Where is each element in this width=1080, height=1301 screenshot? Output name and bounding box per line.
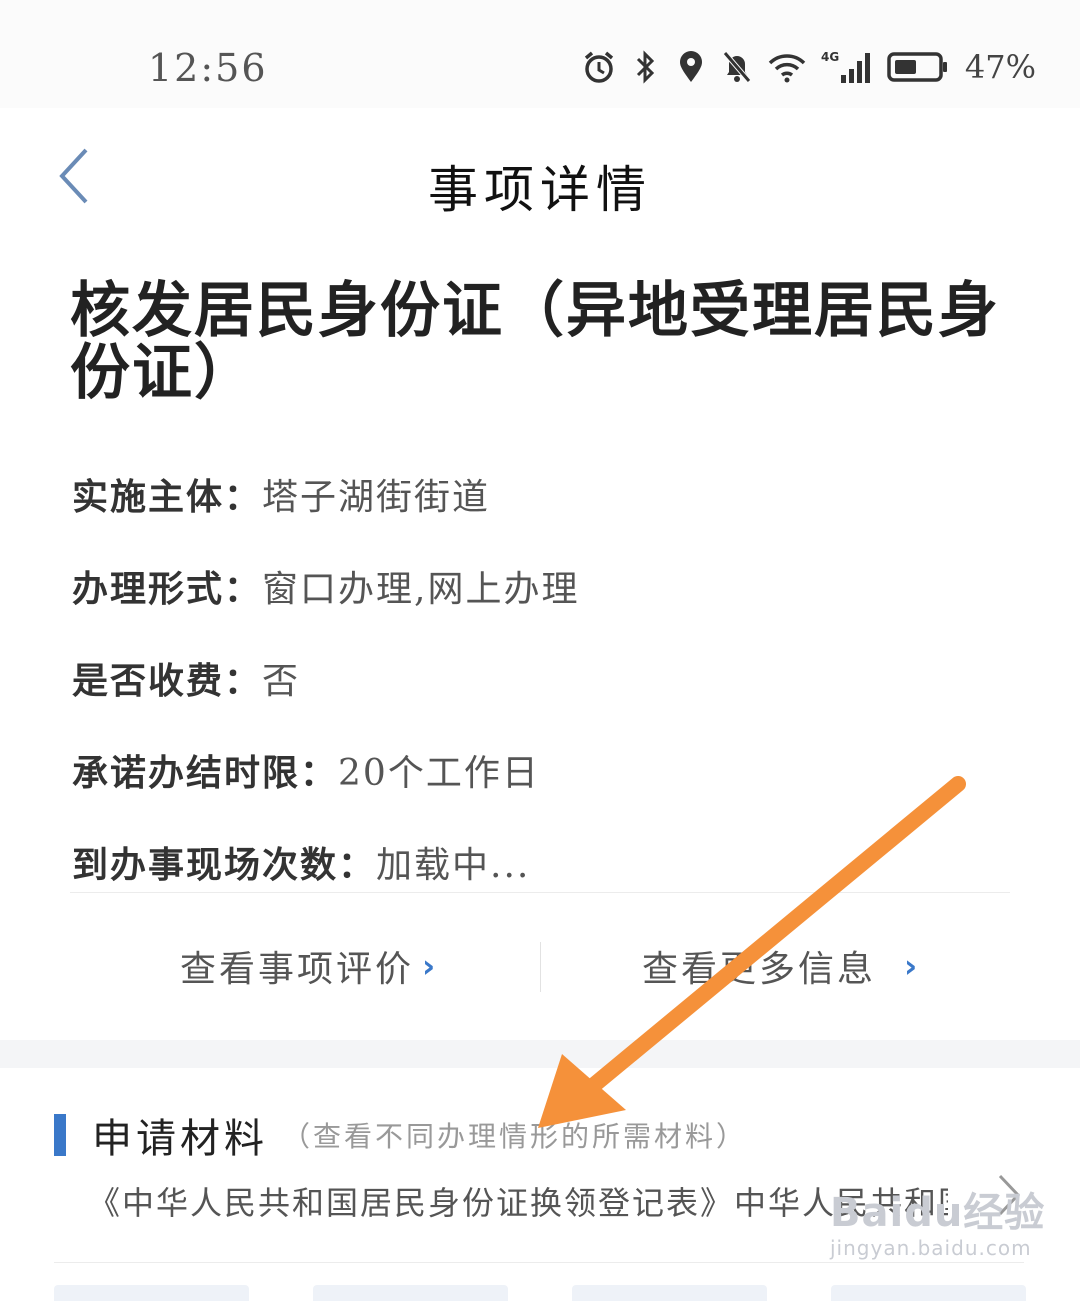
status-time: 12:56 [148, 46, 268, 90]
link-separator [540, 942, 541, 992]
bottom-card[interactable] [831, 1285, 1026, 1301]
mute-icon [722, 51, 751, 83]
material-item-text: 《中华人民共和国居民身份证换领登记表》中华人民共和国居民身份证换领登记表 [88, 1184, 948, 1222]
view-more-info-label: 查看更多信息 [642, 949, 877, 990]
detail-links: 查看事项评价 › 查看更多信息 › [0, 924, 1080, 1008]
battery-icon [887, 52, 947, 82]
info-row-handling-form: 办理形式： 窗口办理,网上办理 [72, 540, 1012, 632]
info-label: 到办事现场次数： [72, 844, 377, 886]
view-evaluation-link[interactable]: 查看事项评价 › [180, 940, 438, 992]
info-label: 办理形式： [72, 568, 263, 610]
info-value: 否 [262, 661, 301, 702]
item-title: 核发居民身份证（异地受理居民身份证） [70, 276, 1000, 408]
status-icons: 4G 47% [583, 44, 1036, 90]
info-value: 塔子湖街街道 [262, 477, 491, 518]
info-label: 承诺办结时限： [72, 752, 339, 794]
materials-subtitle[interactable]: （查看不同办理情形的所需材料） [282, 1115, 747, 1155]
info-value: 加载中... [376, 845, 531, 886]
svg-text:4G: 4G [821, 50, 839, 64]
signal-4g-icon: 4G [821, 50, 870, 83]
material-item[interactable]: 《中华人民共和国居民身份证换领登记表》中华人民共和国居民身份证换领登记表 [88, 1172, 1038, 1232]
chevron-right-icon: › [904, 947, 921, 985]
materials-header: 申请材料 （查看不同办理情形的所需材料） [54, 1110, 747, 1162]
battery-percent: 47% [964, 48, 1036, 86]
info-row-visits: 到办事现场次数： 加载中... [72, 816, 1012, 908]
divider [54, 1262, 1024, 1263]
location-icon [679, 51, 702, 82]
info-value: 20个工作日 [338, 753, 540, 794]
chevron-right-icon: › [422, 947, 439, 985]
nav-bar: 事项详情 [0, 108, 1080, 248]
view-more-info-link[interactable]: 查看更多信息 › [642, 940, 920, 992]
materials-title: 申请材料 [92, 1116, 268, 1162]
alarm-icon [584, 51, 613, 83]
page-title: 事项详情 [428, 161, 652, 219]
info-label: 是否收费： [72, 660, 263, 702]
section-gap [0, 1040, 1080, 1068]
info-label: 实施主体： [72, 476, 263, 518]
watermark-url: jingyan.baidu.com [830, 1236, 1032, 1260]
info-value: 窗口办理,网上办理 [262, 569, 580, 610]
divider [70, 892, 1010, 893]
section-accent-bar [54, 1114, 66, 1156]
bottom-card[interactable] [313, 1285, 508, 1301]
info-row-fee: 是否收费： 否 [72, 632, 1012, 724]
wifi-icon [768, 54, 806, 83]
info-list: 实施主体： 塔子湖街街道 办理形式： 窗口办理,网上办理 是否收费： 否 承诺办… [72, 448, 1012, 908]
info-row-time-limit: 承诺办结时限： 20个工作日 [72, 724, 1012, 816]
view-evaluation-label: 查看事项评价 [180, 949, 415, 990]
bottom-card[interactable] [54, 1285, 249, 1301]
bluetooth-icon [636, 50, 654, 84]
status-bar: 12:56 4G 47% [0, 0, 1080, 108]
bottom-cards [0, 1285, 1080, 1301]
bottom-card[interactable] [572, 1285, 767, 1301]
chevron-right-icon [998, 1174, 1021, 1216]
info-row-implementer: 实施主体： 塔子湖街街道 [72, 448, 1012, 540]
